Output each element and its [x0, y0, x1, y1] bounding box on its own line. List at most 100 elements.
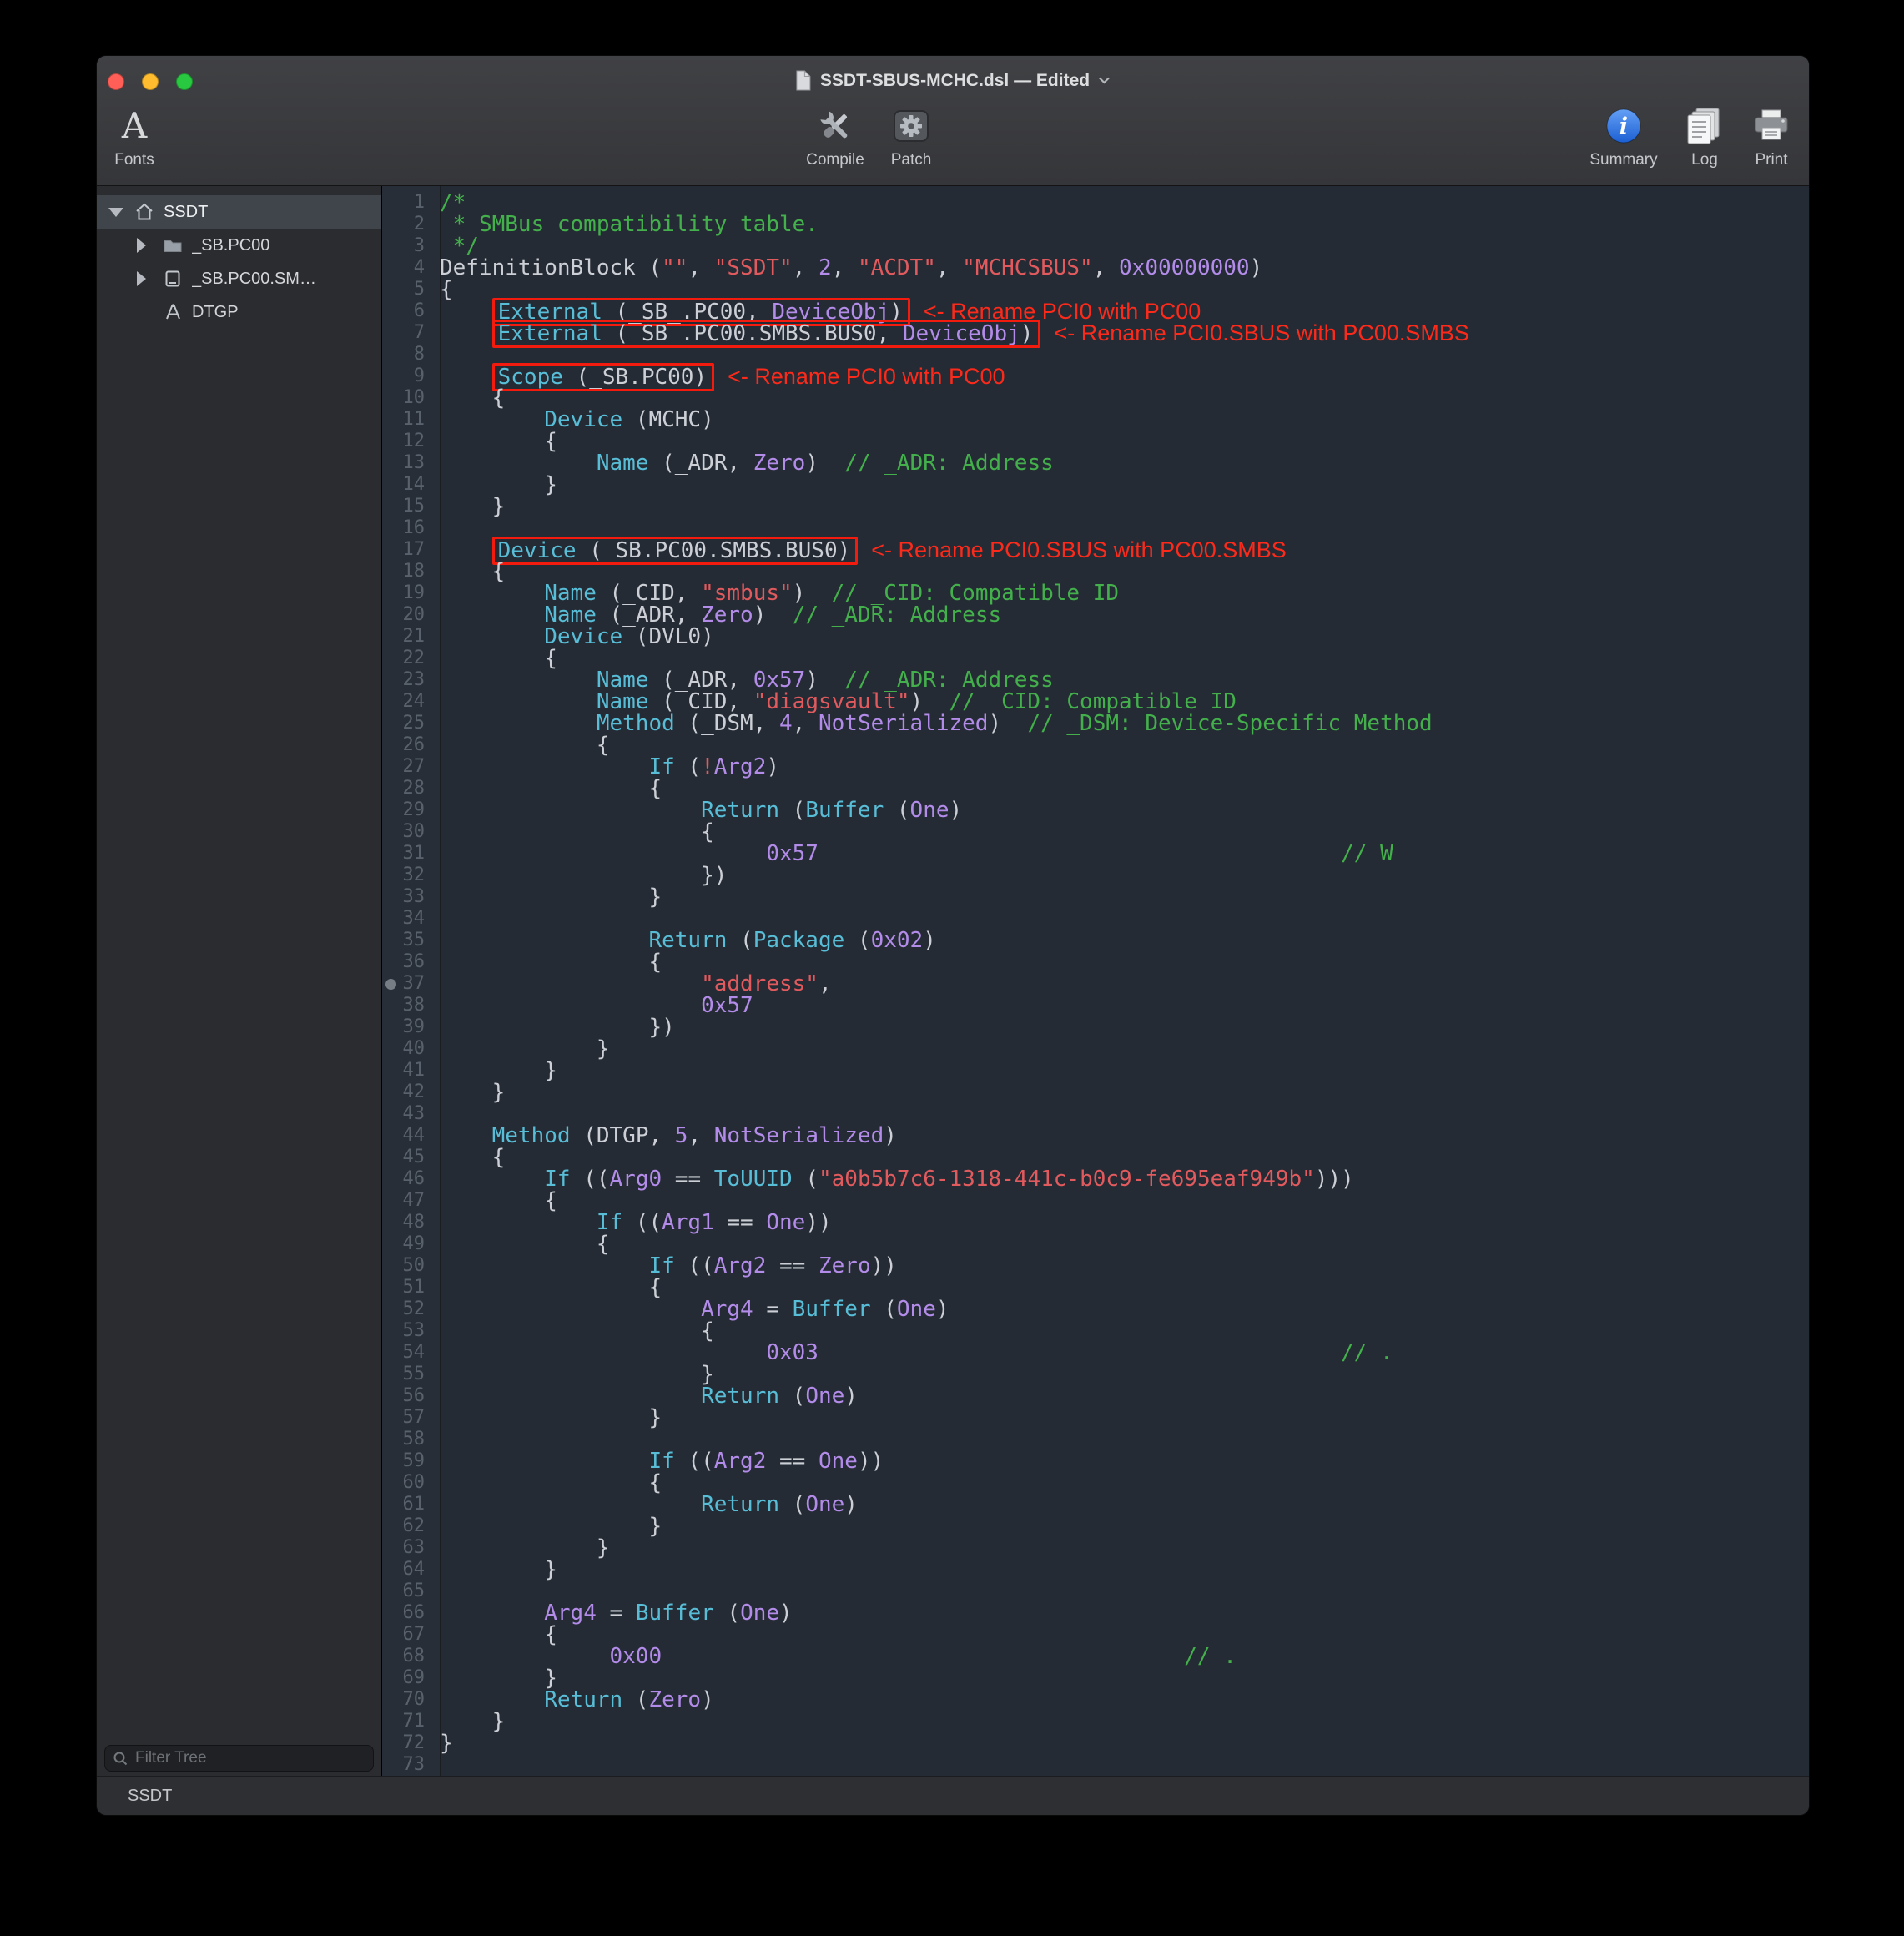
- code-line[interactable]: 52 Arg4 = Buffer (One): [381, 1298, 1809, 1320]
- code-line[interactable]: 17 Device (_SB.PC00.SMBS.BUS0)<- Rename …: [381, 539, 1809, 561]
- code-line[interactable]: 25 Method (_DSM, 4, NotSerialized) // _D…: [381, 713, 1809, 734]
- code-line[interactable]: 11 Device (MCHC): [381, 409, 1809, 431]
- line-number: 33: [381, 886, 440, 908]
- disclosure-triangle-right[interactable]: [137, 238, 162, 253]
- code-line[interactable]: 35 Return (Package (0x02): [381, 930, 1809, 951]
- annotation-text: <- Rename PCI0.SBUS with PC00.SMBS: [1054, 320, 1468, 345]
- disclosure-triangle-right[interactable]: [137, 271, 162, 286]
- code-line[interactable]: 56 Return (One): [381, 1385, 1809, 1407]
- patch-button[interactable]: Patch: [849, 103, 974, 169]
- print-button[interactable]: Print: [1709, 103, 1810, 169]
- code-line[interactable]: 37 "address",: [381, 973, 1809, 995]
- code-line[interactable]: 62 }: [381, 1515, 1809, 1537]
- line-number: 46: [381, 1168, 440, 1190]
- code-lines: 1/*2 * SMBus compatibility table.3 */4De…: [381, 192, 1809, 1776]
- code-line[interactable]: 38 0x57: [381, 995, 1809, 1016]
- code-line[interactable]: 59 If ((Arg2 == One)): [381, 1450, 1809, 1472]
- code-line[interactable]: 33 }: [381, 886, 1809, 908]
- code-line[interactable]: 40 }: [381, 1038, 1809, 1060]
- code-line[interactable]: 71 }: [381, 1711, 1809, 1732]
- filter-tree-input[interactable]: [133, 1748, 366, 1768]
- code-line[interactable]: 72}: [381, 1732, 1809, 1754]
- line-number: 56: [381, 1385, 440, 1407]
- code-line[interactable]: 53 {: [381, 1320, 1809, 1342]
- code-line[interactable]: 9 Scope (_SB.PC00)<- Rename PCI0 with PC…: [381, 366, 1809, 387]
- code-line[interactable]: 43: [381, 1103, 1809, 1125]
- line-number: 25: [381, 713, 440, 734]
- sidebar-item-label: _SB.PC00.SM…: [192, 270, 316, 289]
- code-line[interactable]: 41 }: [381, 1060, 1809, 1081]
- zoom-window-button[interactable]: [176, 73, 193, 90]
- code-line[interactable]: 22 {: [381, 648, 1809, 669]
- code-line[interactable]: 39 }): [381, 1016, 1809, 1038]
- line-number: 49: [381, 1233, 440, 1255]
- code-line[interactable]: 27 If (!Arg2): [381, 756, 1809, 778]
- code-line[interactable]: 29 Return (Buffer (One): [381, 799, 1809, 821]
- code-line[interactable]: 2 * SMBus compatibility table.: [381, 214, 1809, 235]
- code-line[interactable]: 23 Name (_ADR, 0x57) // _ADR: Address: [381, 669, 1809, 691]
- sidebar-item-dtgp[interactable]: DTGP: [97, 295, 381, 329]
- code-line[interactable]: 42 }: [381, 1081, 1809, 1103]
- code-line[interactable]: 14 }: [381, 474, 1809, 496]
- code-editor[interactable]: 1/*2 * SMBus compatibility table.3 */4De…: [381, 185, 1809, 1777]
- code-line[interactable]: 47 {: [381, 1190, 1809, 1212]
- code-line[interactable]: 3 */: [381, 235, 1809, 257]
- code-line[interactable]: 60 {: [381, 1472, 1809, 1494]
- code-line[interactable]: 61 Return (One): [381, 1494, 1809, 1515]
- code-line[interactable]: 70 Return (Zero): [381, 1689, 1809, 1711]
- sidebar-item-ssdt[interactable]: SSDT: [97, 195, 381, 229]
- sidebar-item-sb-pc00-smbs[interactable]: _SB.PC00.SM…: [97, 262, 381, 295]
- code-line[interactable]: 68 0x00 // .: [381, 1646, 1809, 1667]
- code-line[interactable]: 20 Name (_ADR, Zero) // _ADR: Address: [381, 604, 1809, 626]
- code-line[interactable]: 57 }: [381, 1407, 1809, 1429]
- fonts-button[interactable]: A Fonts: [96, 103, 197, 169]
- disclosure-triangle-down[interactable]: [108, 208, 133, 217]
- code-line[interactable]: 45 {: [381, 1147, 1809, 1168]
- code-line[interactable]: 4DefinitionBlock ("", "SSDT", 2, "ACDT",…: [381, 257, 1809, 279]
- code-line[interactable]: 21 Device (DVL0): [381, 626, 1809, 648]
- code-line[interactable]: 67 {: [381, 1624, 1809, 1646]
- code-line[interactable]: 28 {: [381, 778, 1809, 799]
- code-line[interactable]: 34: [381, 908, 1809, 930]
- sidebar-item-sb-pc00[interactable]: _SB.PC00: [97, 229, 381, 262]
- code-line[interactable]: 32 }): [381, 865, 1809, 886]
- code-line[interactable]: 55 }: [381, 1364, 1809, 1385]
- code-line[interactable]: 69 }: [381, 1667, 1809, 1689]
- line-number: 53: [381, 1320, 440, 1342]
- filter-tree-field[interactable]: [104, 1745, 374, 1772]
- code-line[interactable]: 12 {: [381, 431, 1809, 452]
- code-line[interactable]: 30 {: [381, 821, 1809, 843]
- code-line[interactable]: 46 If ((Arg0 == ToUUID ("a0b5b7c6-1318-4…: [381, 1168, 1809, 1190]
- code-line[interactable]: 48 If ((Arg1 == One)): [381, 1212, 1809, 1233]
- line-number: 17: [381, 539, 440, 561]
- code-line[interactable]: 15 }: [381, 496, 1809, 517]
- line-number: 71: [381, 1711, 440, 1732]
- print-button-label: Print: [1755, 151, 1787, 169]
- code-line[interactable]: 63 }: [381, 1537, 1809, 1559]
- code-line[interactable]: 13 Name (_ADR, Zero) // _ADR: Address: [381, 452, 1809, 474]
- line-number: 72: [381, 1732, 440, 1754]
- code-line[interactable]: 7 External (_SB_.PC00.SMBS.BUS0, DeviceO…: [381, 322, 1809, 344]
- code-line[interactable]: 1/*: [381, 192, 1809, 214]
- code-line[interactable]: 31 0x57 // W: [381, 843, 1809, 865]
- code-line[interactable]: 54 0x03 // .: [381, 1342, 1809, 1364]
- code-line[interactable]: 73: [381, 1754, 1809, 1776]
- code-line[interactable]: 49 {: [381, 1233, 1809, 1255]
- code-line[interactable]: 44 Method (DTGP, 5, NotSerialized): [381, 1125, 1809, 1147]
- code-line[interactable]: 24 Name (_CID, "diagsvault") // _CID: Co…: [381, 691, 1809, 713]
- code-line[interactable]: 19 Name (_CID, "smbus") // _CID: Compati…: [381, 582, 1809, 604]
- code-line[interactable]: 51 {: [381, 1277, 1809, 1298]
- code-line[interactable]: 58: [381, 1429, 1809, 1450]
- close-window-button[interactable]: [108, 73, 124, 90]
- code-line[interactable]: 64 }: [381, 1559, 1809, 1581]
- code-line[interactable]: 66 Arg4 = Buffer (One): [381, 1602, 1809, 1624]
- minimize-window-button[interactable]: [142, 73, 159, 90]
- line-number: 12: [381, 431, 440, 452]
- chevron-down-icon[interactable]: [1098, 76, 1111, 85]
- window-header: SSDT-SBUS-MCHC.dsl — Edited A Fonts: [97, 56, 1809, 186]
- line-number: 23: [381, 669, 440, 691]
- code-line[interactable]: 65: [381, 1581, 1809, 1602]
- code-line[interactable]: 26 {: [381, 734, 1809, 756]
- code-line[interactable]: 36 {: [381, 951, 1809, 973]
- code-line[interactable]: 50 If ((Arg2 == Zero)): [381, 1255, 1809, 1277]
